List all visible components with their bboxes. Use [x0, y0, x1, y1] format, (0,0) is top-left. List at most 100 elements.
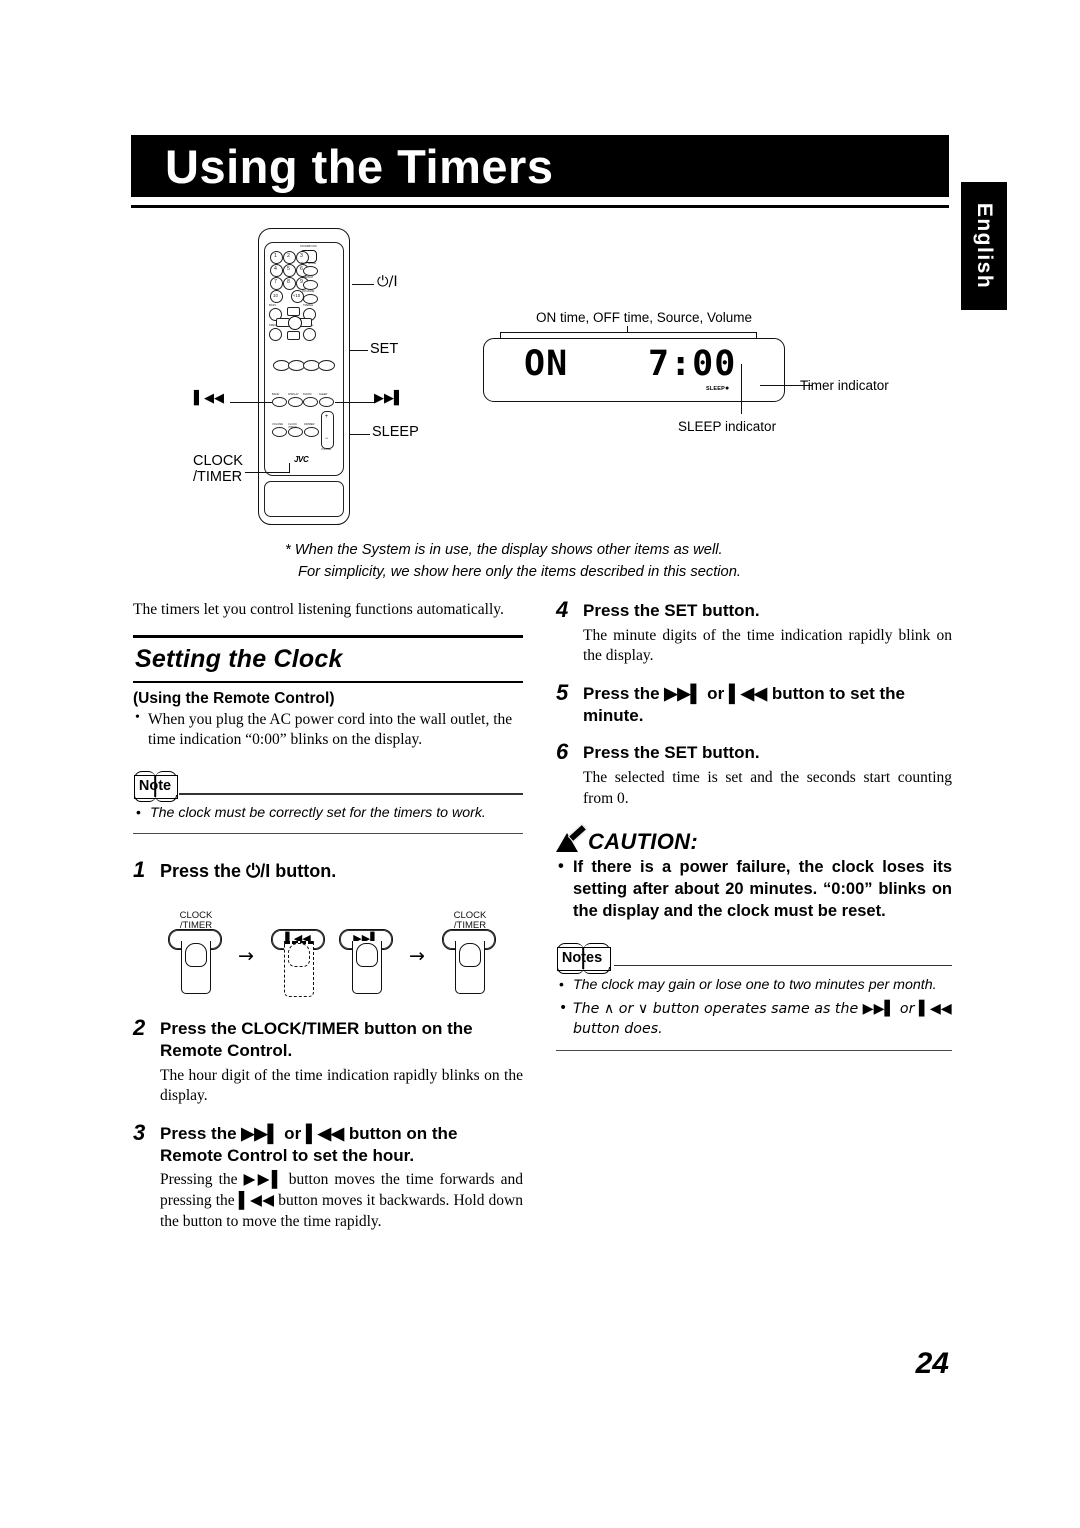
clock-timer-key-icon	[288, 427, 303, 437]
page-number: 24	[915, 1347, 949, 1380]
step-2: 2 Press the CLOCK/TIMER button on the Re…	[133, 1015, 523, 1107]
fmam-key-icon	[303, 397, 318, 407]
dpad-down-icon	[287, 331, 300, 340]
dimmer-label: DIMMER	[304, 423, 315, 426]
display-key-icon	[288, 397, 303, 407]
volume-row-label: VOLUME	[272, 423, 283, 426]
clock-timer-callout-line	[245, 472, 290, 474]
display-panel-figure: ON time, OFF time, Source, Volume ON 7:0…	[480, 310, 910, 430]
cancel-key-icon	[303, 328, 316, 341]
volume-minus-label: −	[324, 436, 329, 442]
right-column: 4 Press the SET button. The minute digit…	[556, 597, 952, 1051]
step-6-title: Press the SET button.	[583, 743, 760, 763]
step-6: 6 Press the SET button. The selected tim…	[556, 739, 952, 809]
fm-mode-label: FM MODE	[302, 290, 315, 293]
footnote-line-1: * When the System is in use, the display…	[285, 542, 723, 558]
finger-press-4-nail-icon	[459, 943, 481, 968]
step-6-body: The selected time is set and the seconds…	[583, 769, 952, 807]
key-plus10-label: +10	[292, 293, 301, 298]
repeat-key-icon	[303, 280, 318, 290]
next-callout-line	[335, 402, 375, 404]
step-2-body: The hour digit of the time indication ra…	[160, 1066, 523, 1105]
caution-heading: CAUTION:	[588, 829, 698, 855]
sub-bullet: When you plug the AC power cord into the…	[133, 709, 523, 752]
step-1-number: 1	[133, 857, 146, 883]
key-4-label: 4	[274, 266, 277, 272]
step-6-number: 6	[556, 739, 569, 765]
timer-indicator-label: Timer indicator	[800, 378, 889, 393]
treble-label: TREBLE	[303, 304, 314, 307]
finger-press-3-nail-icon	[356, 943, 378, 968]
step-4: 4 Press the SET button. The minute digit…	[556, 597, 952, 667]
key-10-label: 10	[273, 293, 278, 298]
finger-press-1-nail-icon	[185, 943, 207, 968]
display-segment-right: 7:00	[648, 344, 737, 384]
display-segment-left: ON	[524, 344, 569, 384]
remote-lower-panel	[264, 481, 344, 517]
notes-block: Notes	[556, 942, 952, 974]
key-1-label: 1	[274, 253, 277, 259]
standby-on-label: STANDBY/ON	[300, 245, 317, 248]
note-rule-bottom	[133, 832, 523, 835]
caution-item: If there is a power failure, the clock l…	[556, 856, 952, 922]
finger-press-3: ▶▶▌	[334, 915, 400, 995]
repeat-label: REPEAT	[303, 276, 314, 279]
volume-key-icon	[272, 427, 287, 437]
prev-callout-label: ▌◀◀	[194, 391, 224, 406]
figure-footnote: * When the System is in use, the display…	[285, 540, 815, 584]
band-label: BAND	[272, 393, 280, 396]
sleep-label: SLEEP	[319, 393, 328, 396]
step-4-number: 4	[556, 597, 569, 622]
notes-badge-label: Notes	[561, 949, 603, 966]
next-callout-label: ▶▶▌	[374, 391, 404, 406]
sleep-indicator-label: SLEEP indicator	[678, 419, 777, 434]
step-2-title: Press the CLOCK/TIMER button on the Remo…	[160, 1019, 473, 1060]
key-8-label: 8	[287, 279, 290, 285]
note-block: Note	[133, 771, 523, 803]
fm-mode-key-icon	[303, 294, 318, 304]
step-3-body: Pressing the ▶▶▌ button moves the time f…	[160, 1171, 523, 1230]
notes-rule	[614, 964, 952, 967]
key-7-label: 7	[274, 279, 277, 285]
step-3-title: Press the ▶▶▌ or ▌◀◀ button on the Remot…	[160, 1123, 458, 1165]
play-mode-label: PLAY MODE	[301, 262, 316, 265]
set-button-icon	[288, 316, 302, 330]
language-tab: English	[961, 182, 1007, 310]
caution-heading-block: CAUTION:	[556, 824, 952, 857]
step-5-number: 5	[556, 679, 569, 705]
step-5-title: Press the ▶▶▌ or ▌◀◀ button to set the m…	[583, 683, 905, 725]
dimmer-key-icon	[304, 427, 319, 437]
notes-rule-bottom	[556, 1049, 952, 1051]
title-divider	[131, 205, 949, 208]
section-heading: Setting the Clock	[135, 645, 343, 674]
key-5-label: 5	[287, 266, 290, 272]
power-callout-line	[352, 284, 374, 286]
remote-control-figure: STANDBY/ON 1 2 3 4 5 6 7 8 9 10 +10 PLAY…	[248, 228, 358, 528]
page-title-banner: Using the Timers	[131, 135, 949, 197]
sleep-key-icon	[319, 397, 334, 407]
step-3: 3 Press the ▶▶▌ or ▌◀◀ button on the Rem…	[133, 1120, 523, 1232]
sleep-indicator-line	[741, 364, 743, 414]
jvc-logo: JVC	[294, 455, 309, 464]
sleep-callout-line	[350, 434, 370, 436]
fmam-label: FM/AM	[303, 393, 312, 396]
sleep-indicator-icon: SLEEP●	[706, 385, 730, 392]
step-4-title: Press the SET button.	[583, 601, 760, 620]
play-key-icon	[318, 360, 335, 371]
section-rule-bottom	[133, 681, 523, 683]
finger-press-2-nail-icon	[288, 943, 310, 968]
step-5: 5 Press the ▶▶▌ or ▌◀◀ button to set the…	[556, 679, 952, 727]
notes-item-2: The ∧ or ∨ button operates same as the ▶…	[556, 999, 952, 1039]
preset-key-icon	[269, 328, 282, 341]
volume-rocker-label: VOLUME	[321, 448, 332, 451]
step-4-body: The minute digits of the time indication…	[583, 626, 952, 665]
notes-item-1: The clock may gain or lose one to two mi…	[556, 975, 952, 996]
left-column: The timers let you control listening fun…	[133, 600, 523, 1232]
clock-timer-callout-stem	[289, 463, 291, 473]
key-2-label: 2	[287, 253, 290, 259]
set-callout-line	[350, 350, 368, 352]
sub-heading: (Using the Remote Control)	[133, 689, 335, 707]
section-rule-top	[133, 634, 523, 639]
page-title: Using the Timers	[165, 140, 554, 193]
set-callout-label: SET	[370, 341, 399, 357]
